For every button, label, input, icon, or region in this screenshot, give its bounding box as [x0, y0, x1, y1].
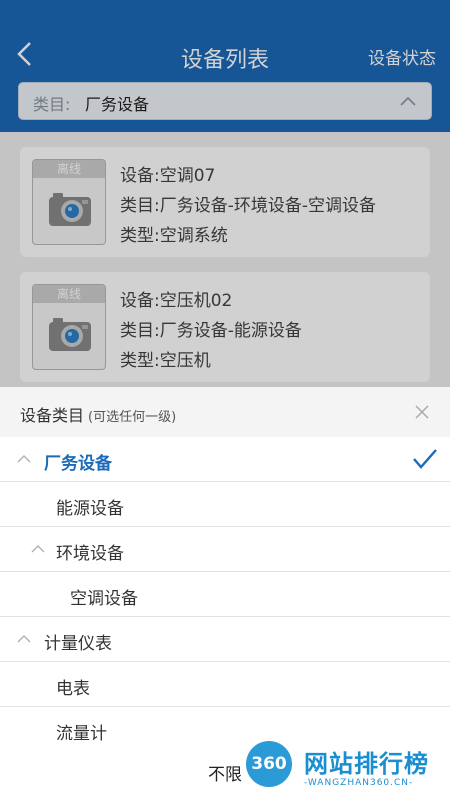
chevron-up-icon	[31, 545, 45, 553]
category-label: 电表	[56, 679, 90, 699]
category-item-electric-meter[interactable]: 电表	[0, 662, 450, 707]
modal-backdrop[interactable]	[0, 0, 450, 387]
chevron-up-icon	[17, 635, 31, 643]
category-label: 计量仪表	[44, 634, 112, 654]
category-label: 空调设备	[70, 589, 138, 609]
watermark-badge: 360	[246, 741, 292, 787]
chevron-up-icon	[17, 455, 31, 463]
category-label: 流量计	[56, 724, 107, 744]
category-item-aircon[interactable]: 空调设备	[0, 572, 450, 617]
watermark-subtext: -WANGZHAN360.CN-	[304, 778, 414, 788]
close-icon[interactable]	[414, 397, 430, 433]
category-item-factory[interactable]: 厂务设备	[0, 437, 450, 482]
category-label: 厂务设备	[44, 454, 112, 474]
category-item-environment[interactable]: 环境设备	[0, 527, 450, 572]
category-item-meters[interactable]: 计量仪表	[0, 617, 450, 662]
category-item-energy[interactable]: 能源设备	[0, 482, 450, 527]
sheet-subtitle: (可选任何一级)	[88, 410, 177, 425]
sheet-header: 设备类目 (可选任何一级)	[0, 387, 450, 437]
category-label: 环境设备	[56, 544, 124, 564]
watermark-text: 网站排行榜	[304, 750, 429, 778]
watermark-logo: 360 网站排行榜 -WANGZHAN360.CN-	[238, 738, 450, 800]
checkmark-icon	[413, 449, 437, 469]
category-label: 能源设备	[56, 499, 124, 519]
sheet-title: 设备类目 (可选任何一级)	[20, 406, 177, 425]
